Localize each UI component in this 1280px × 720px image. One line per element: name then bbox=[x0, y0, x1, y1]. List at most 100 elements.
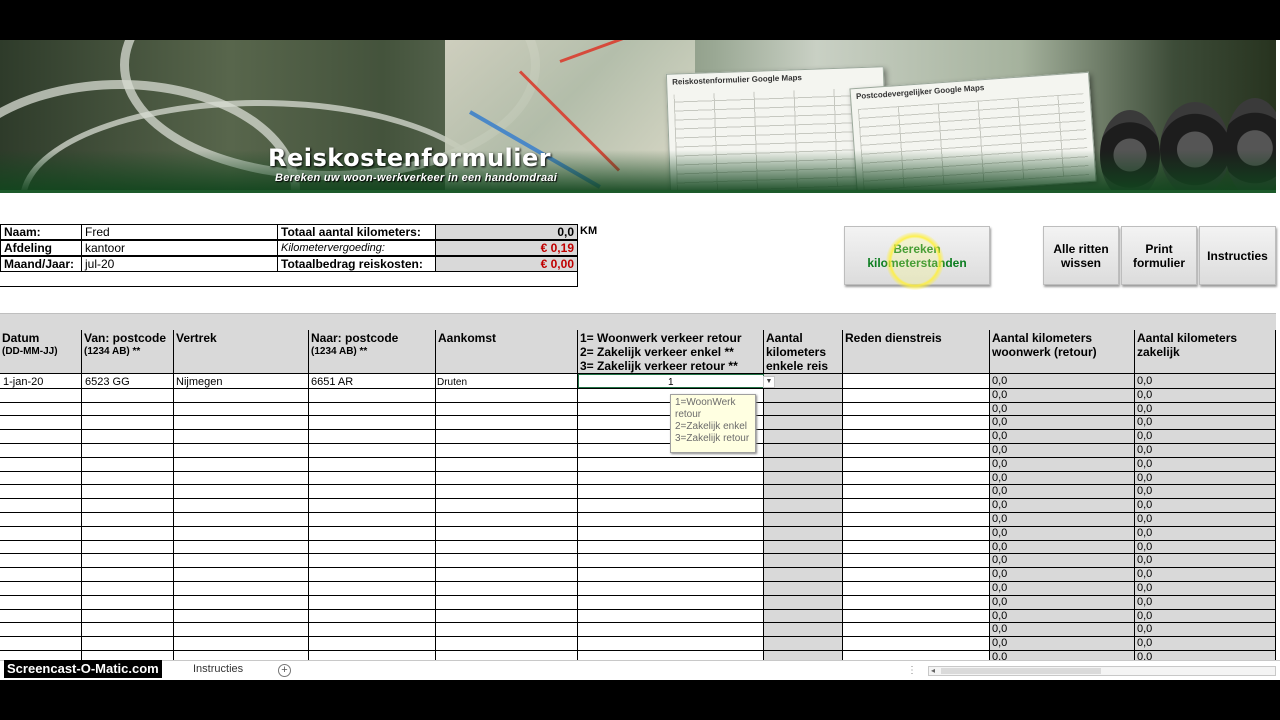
header-label: 3= Zakelijk verkeer retour ** bbox=[580, 359, 738, 373]
column-header-type: 1= Woonwerk verkeer retour 2= Zakelijk v… bbox=[578, 330, 764, 374]
header-sublabel: (DD-MM-JJ) bbox=[2, 346, 58, 357]
cell-km-value: 0,0 bbox=[1137, 485, 1153, 497]
instructies-button[interactable]: Instructies bbox=[1199, 226, 1276, 285]
afdeling-field[interactable]: kantoor bbox=[81, 240, 278, 256]
cell-km-value: 0,0 bbox=[1137, 596, 1153, 608]
row-gridline bbox=[0, 540, 1276, 541]
cell-van[interactable]: 6523 GG bbox=[85, 376, 130, 389]
column-header-naar: Naar: postcode (1234 AB) ** bbox=[309, 330, 436, 374]
cell-km-value: 0,0 bbox=[1137, 458, 1153, 470]
row-gridline bbox=[0, 553, 1276, 554]
cell-km-value: 0,0 bbox=[1137, 403, 1153, 415]
tab-splitter-icon[interactable]: ⋮ bbox=[907, 665, 917, 676]
alle-ritten-wissen-button[interactable]: Alle ritten wissen bbox=[1043, 226, 1119, 285]
row-gridline bbox=[0, 484, 1276, 485]
column-header-vertrek: Vertrek bbox=[174, 330, 309, 374]
dropdown-arrow-icon[interactable]: ▼ bbox=[763, 376, 775, 388]
cell-naar[interactable]: 6651 AR bbox=[311, 376, 353, 389]
cell-km-value: 0,0 bbox=[1137, 375, 1153, 387]
cell-km-value: 0,0 bbox=[992, 596, 1008, 608]
spreadsheet-window: Reiskostenformulier Google Maps Postcode… bbox=[0, 40, 1280, 680]
cell-km-value: 0,0 bbox=[1137, 610, 1153, 622]
header-sublabel: (1234 AB) ** bbox=[311, 346, 368, 357]
column-header-datum: Datum (DD-MM-JJ) bbox=[0, 330, 82, 374]
header-label: Datum bbox=[2, 331, 40, 345]
cell-km-value: 0,0 bbox=[992, 472, 1008, 484]
screen: Reiskostenformulier Google Maps Postcode… bbox=[0, 0, 1280, 720]
screencast-logo: Screencast-O-Matic.com bbox=[4, 660, 162, 678]
cell-km-value: 0,0 bbox=[992, 389, 1008, 401]
row-gridline bbox=[0, 581, 1276, 582]
cell-vertrek[interactable]: Nijmegen bbox=[176, 376, 222, 389]
column-header-aankomst: Aankomst bbox=[436, 330, 578, 374]
cell-km-value: 0,0 bbox=[1137, 527, 1153, 539]
cell-km-value: 0,0 bbox=[1137, 472, 1153, 484]
column-border bbox=[577, 374, 578, 664]
naam-field[interactable]: Fred bbox=[81, 224, 278, 240]
cell-km-value: 0,0 bbox=[1137, 623, 1153, 635]
column-header-van: Van: postcode (1234 AB) ** bbox=[82, 330, 174, 374]
column-header-aantal-enkel: Aantal kilometers enkele reis bbox=[764, 330, 843, 374]
tooltip-line: 1=WoonWerk bbox=[675, 397, 736, 408]
info-block-border bbox=[0, 272, 578, 287]
cell-km-value: 0,0 bbox=[1137, 513, 1153, 525]
cell-km-value: 0,0 bbox=[992, 416, 1008, 428]
add-sheet-icon[interactable]: + bbox=[278, 664, 291, 677]
sheet-tab-instructies[interactable]: Instructies bbox=[193, 663, 243, 675]
active-cell-type[interactable]: 1 bbox=[578, 374, 764, 388]
naam-label: Naam: bbox=[0, 224, 82, 240]
column-border bbox=[81, 374, 82, 664]
cell-km-value: 0,0 bbox=[992, 568, 1008, 580]
column-header-km-zakelijk: Aantal kilometers zakelijk bbox=[1135, 330, 1276, 374]
row-gridline bbox=[0, 650, 1276, 651]
column-header-reden: Reden dienstreis bbox=[843, 330, 990, 374]
vergoeding-label: Kilometervergoeding: bbox=[277, 240, 436, 256]
cell-km-value: 0,0 bbox=[992, 375, 1008, 387]
cell-datum[interactable]: 1-jan-20 bbox=[3, 376, 43, 389]
validation-tooltip: 1=WoonWerk retour 2=Zakelijk enkel 3=Zak… bbox=[670, 394, 756, 453]
maand-field[interactable]: jul-20 bbox=[81, 256, 278, 272]
header-label: Naar: postcode bbox=[311, 331, 399, 345]
cell-km-value: 0,0 bbox=[992, 582, 1008, 594]
column-border bbox=[989, 374, 990, 664]
scrollbar-thumb[interactable] bbox=[941, 668, 1101, 674]
column-border bbox=[763, 374, 764, 664]
row-gridline bbox=[0, 526, 1276, 527]
column-border bbox=[308, 374, 309, 664]
km-woonwerk-column bbox=[990, 374, 1135, 664]
column-border bbox=[1134, 374, 1135, 664]
cell-type-value: 1 bbox=[668, 377, 674, 388]
cell-km-value: 0,0 bbox=[992, 541, 1008, 553]
cell-km-value: 0,0 bbox=[1137, 554, 1153, 566]
header-label: 1= Woonwerk verkeer retour bbox=[580, 331, 742, 345]
cell-km-value: 0,0 bbox=[992, 554, 1008, 566]
banner-title: Reiskostenformulier bbox=[268, 144, 552, 172]
horizontal-scrollbar[interactable]: ◂ bbox=[928, 666, 1276, 676]
header-sublabel: (1234 AB) ** bbox=[84, 346, 141, 357]
cell-km-value: 0,0 bbox=[992, 499, 1008, 511]
cell-km-value: 0,0 bbox=[1137, 582, 1153, 594]
column-border bbox=[842, 374, 843, 664]
cell-km-value: 0,0 bbox=[992, 430, 1008, 442]
row-gridline bbox=[0, 429, 1276, 430]
totaal-km-value: 0,0 bbox=[435, 224, 578, 240]
header-label: Van: postcode bbox=[84, 331, 167, 345]
cell-km-value: 0,0 bbox=[1137, 541, 1153, 553]
vergoeding-value: € 0,19 bbox=[435, 240, 578, 256]
cell-km-value: 0,0 bbox=[1137, 430, 1153, 442]
cell-km-value: 0,0 bbox=[992, 485, 1008, 497]
grid-band bbox=[0, 313, 1276, 331]
aantal-enkel-column bbox=[764, 374, 843, 664]
totaal-km-label: Totaal aantal kilometers: bbox=[277, 224, 436, 240]
afdeling-label: Afdeling bbox=[0, 240, 82, 256]
tooltip-line: retour bbox=[675, 409, 702, 420]
banner-subtitle: Bereken uw woon-werkverkeer in een hando… bbox=[275, 172, 558, 184]
scroll-left-icon[interactable]: ◂ bbox=[931, 666, 935, 675]
print-formulier-button[interactable]: Print formulier bbox=[1121, 226, 1197, 285]
column-border bbox=[1275, 374, 1276, 664]
cell-km-value: 0,0 bbox=[992, 623, 1008, 635]
row-gridline bbox=[0, 443, 1276, 444]
cell-aankomst[interactable]: Druten bbox=[437, 376, 467, 389]
header-label: Aankomst bbox=[438, 331, 497, 345]
document-thumbnail-title: Reiskostenformulier Google Maps bbox=[672, 73, 803, 87]
